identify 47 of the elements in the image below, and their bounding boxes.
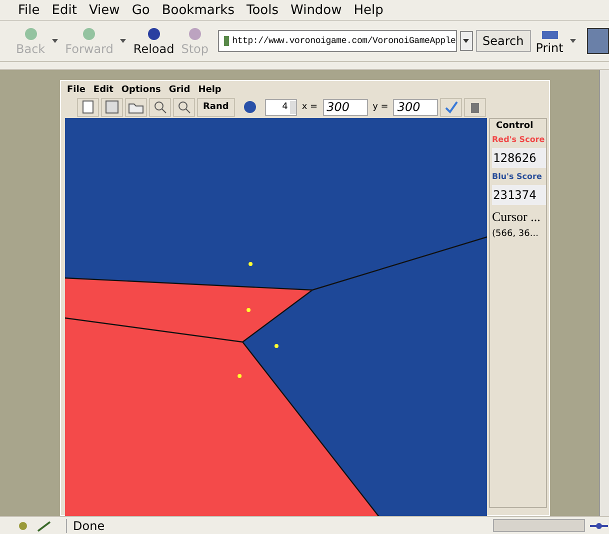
new-file-button[interactable] bbox=[77, 98, 99, 116]
x-label: x = bbox=[302, 102, 318, 112]
y-field[interactable]: 300 bbox=[393, 98, 438, 116]
cursor-coordinates: (566, 36... bbox=[492, 229, 540, 239]
save-button[interactable] bbox=[101, 98, 123, 116]
menu-item[interactable]: Edit bbox=[93, 85, 114, 95]
checkmark-icon bbox=[444, 100, 458, 114]
score-value: 128626 bbox=[492, 148, 546, 168]
new-document-icon bbox=[81, 100, 95, 114]
menu-item[interactable]: Grid bbox=[168, 85, 190, 95]
delete-button[interactable] bbox=[464, 98, 486, 116]
vertical-scrollbar[interactable] bbox=[599, 70, 609, 516]
x-field[interactable]: 300 bbox=[322, 98, 368, 116]
y-label: y = bbox=[372, 102, 388, 112]
history-dropdown-button[interactable] bbox=[460, 31, 472, 51]
zoom-out-icon bbox=[177, 100, 191, 114]
menu-item[interactable]: Edit bbox=[52, 2, 77, 18]
menu-item[interactable]: View bbox=[88, 2, 120, 18]
apply-button[interactable] bbox=[440, 98, 462, 116]
menu-item[interactable]: Help bbox=[354, 2, 384, 18]
score-label: Red's Score bbox=[492, 135, 546, 144]
menu-item[interactable]: Help bbox=[198, 85, 222, 95]
menu-item[interactable]: File bbox=[18, 2, 40, 18]
logo-icon bbox=[587, 28, 609, 54]
cursor-label: Cursor ... bbox=[492, 209, 542, 225]
score-label: Blu's Score bbox=[492, 172, 543, 181]
search-button[interactable]: Search bbox=[476, 30, 531, 52]
score-value: 231374 bbox=[492, 185, 546, 205]
menu-item[interactable]: File bbox=[67, 85, 86, 95]
nav-button[interactable]: Reload bbox=[131, 26, 176, 56]
zoom-in-button[interactable] bbox=[149, 98, 171, 116]
rand-button[interactable]: Rand bbox=[197, 98, 235, 116]
print-button[interactable]: Print bbox=[534, 27, 566, 55]
menu-item[interactable]: Bookmarks bbox=[162, 2, 234, 18]
open-folder-button[interactable] bbox=[125, 98, 147, 116]
zoom-in-icon bbox=[153, 100, 167, 114]
zoom-out-button[interactable] bbox=[173, 98, 195, 116]
menu-item[interactable]: Window bbox=[290, 2, 342, 18]
points-spinner[interactable]: 4 bbox=[264, 98, 297, 116]
dropdown-arrow-icon[interactable] bbox=[570, 39, 576, 43]
menu-item[interactable]: Tools bbox=[246, 2, 279, 18]
menu-item[interactable]: Options bbox=[121, 85, 161, 95]
status-text: Done bbox=[66, 518, 489, 532]
panel-title: Control bbox=[496, 121, 534, 131]
menu-item[interactable]: Go bbox=[132, 2, 150, 18]
address-field[interactable]: http://www.voronoigame.com/VoronoiGameApple bbox=[218, 30, 457, 52]
globe-icon bbox=[242, 100, 257, 114]
